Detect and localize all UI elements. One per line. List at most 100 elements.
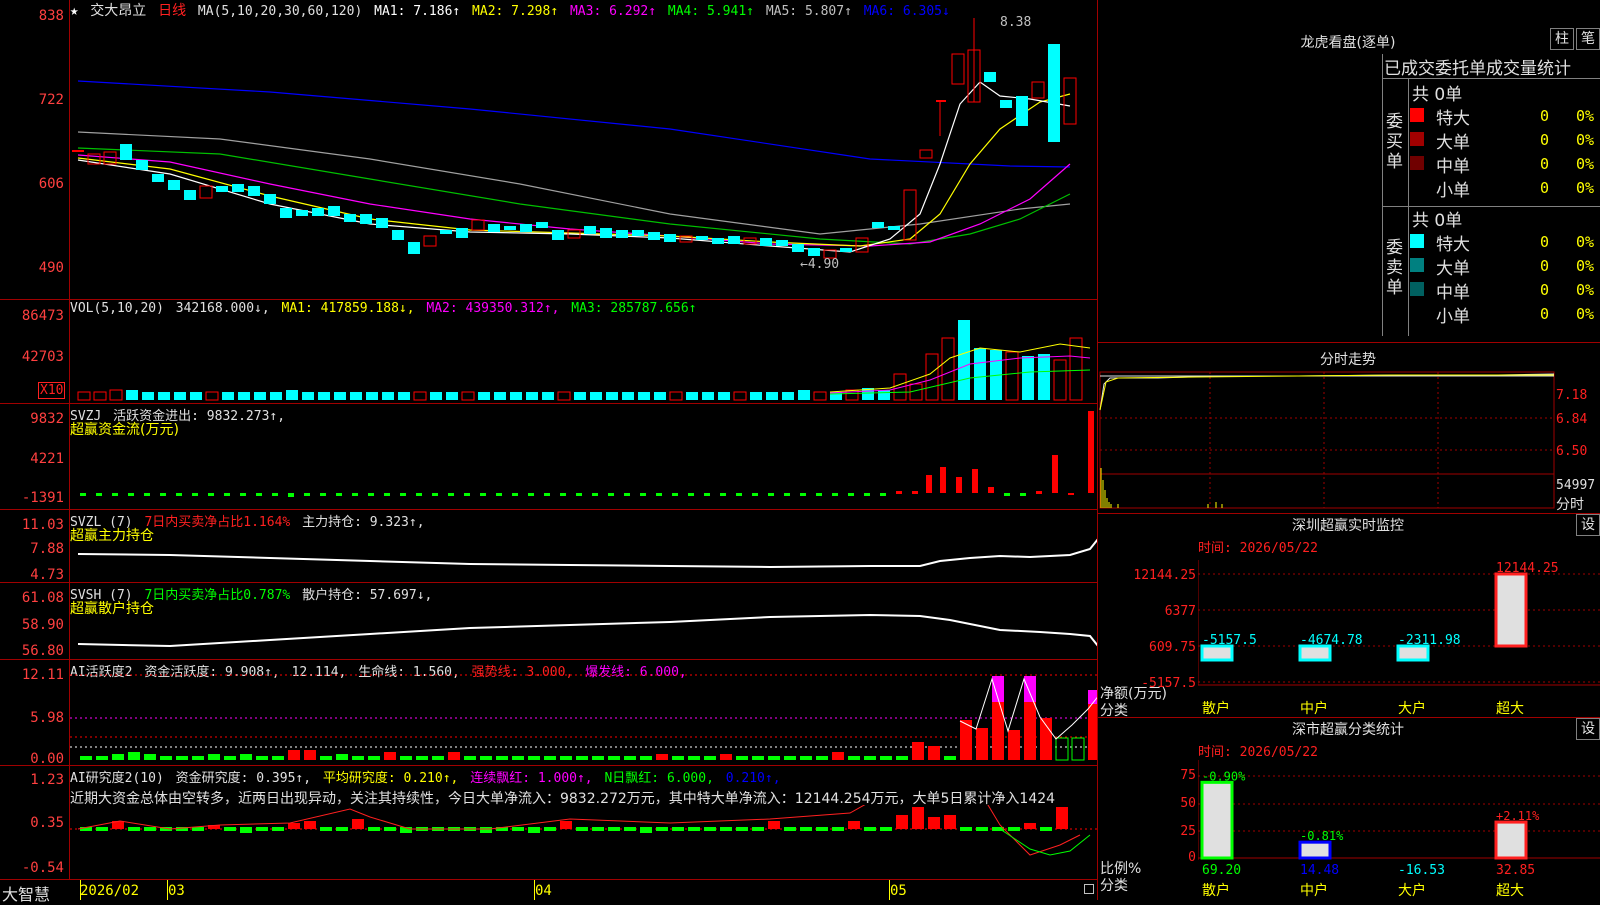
volume-bars — [77, 320, 1083, 401]
research-value: 资金研究度: 0.395↑, — [175, 771, 312, 786]
row-percent: 0% — [1576, 107, 1595, 125]
svzj-bars — [80, 411, 1094, 497]
price-axis-label: 722 — [38, 92, 64, 108]
divider — [1098, 513, 1600, 514]
legend-swatch — [1410, 108, 1424, 122]
date-tick — [80, 880, 81, 900]
tick-mode-button[interactable]: 笔 — [1576, 28, 1600, 50]
sz-monitor-time: 时间: 2026/05/22 — [1198, 541, 1318, 556]
row-name: 中单 — [1436, 157, 1470, 177]
footer-divider — [0, 879, 1098, 880]
sz-monitor-chart[interactable]: -5157.5 -4674.78 -2311.98 12144.25 — [1198, 560, 1600, 710]
svzj-axis-label: 4221 — [30, 451, 64, 467]
sz-stats-title: 深市超赢分类统计 — [1292, 722, 1404, 738]
row-value: 0 — [1540, 107, 1550, 125]
sz-axis-label: 6377 — [1164, 604, 1196, 619]
stats-value-label: 32.85 — [1496, 863, 1535, 878]
svzj-chart[interactable] — [70, 405, 1097, 508]
pane-divider — [0, 299, 1098, 300]
ai-bars — [80, 676, 1097, 761]
research-avg: 平均研究度: 0.210↑, — [322, 771, 459, 786]
price-axis-label: 606 — [38, 176, 64, 192]
ma1-line — [77, 81, 1071, 253]
bar-mode-button[interactable]: 柱 — [1550, 28, 1574, 50]
research-axis-label: 0.35 — [30, 815, 64, 831]
row-value: 0 — [1540, 257, 1550, 275]
candlestick-chart[interactable]: 8.38 ←4.90 — [70, 14, 1097, 298]
row-name: 小单 — [1436, 181, 1470, 201]
stats-axis-label: 50 — [1180, 796, 1196, 811]
buy-total: 共 0单 — [1412, 85, 1463, 105]
high-price-mark: 8.38 — [1000, 15, 1031, 30]
intraday-chart[interactable] — [1098, 370, 1600, 510]
lock-icon[interactable] — [1084, 884, 1094, 894]
stats-value-label: 14.48 — [1300, 863, 1339, 878]
sz-bar-label: -2311.98 — [1398, 633, 1461, 648]
pane-divider — [0, 403, 1098, 404]
row-percent: 0% — [1576, 257, 1595, 275]
research-axis-label: -0.54 — [21, 860, 64, 876]
date-label: 05 — [890, 883, 907, 899]
vol-ma3: MA3: 285787.656↑ — [571, 301, 697, 316]
tabs-label[interactable]: 已成交委托单成交量统计 — [1384, 54, 1600, 79]
divider — [1382, 78, 1600, 79]
stats-axis-label: 75 — [1180, 768, 1196, 783]
sz-stats-chart[interactable]: -0.90% 69.20 -0.81% 14.48 -16.53 +2.11% 32.85 — [1198, 760, 1600, 880]
settings-button[interactable]: 设 — [1576, 514, 1600, 536]
research-bars — [80, 807, 1068, 833]
settings-button[interactable]: 设 — [1576, 718, 1600, 740]
main-holding-line — [77, 538, 1097, 569]
row-value: 0 — [1540, 131, 1550, 149]
stats-category-label: 超大 — [1496, 883, 1524, 899]
sz-category-label: 散户 — [1202, 701, 1230, 717]
vol-ma1: MA1: 417859.188↓, — [281, 301, 415, 316]
sz-bar-label: 12144.25 — [1496, 561, 1559, 576]
stats-cat-label: 分类 — [1100, 878, 1128, 894]
row-value: 0 — [1540, 305, 1550, 323]
right-panel: 龙虎看盘(逐单) 柱 笔 已成交委托单成交量统计 委买单 委卖单 共 0单 特大… — [1098, 0, 1600, 900]
research-chart[interactable] — [70, 805, 1097, 879]
vol-axis-label: 42703 — [21, 349, 64, 365]
row-value: 0 — [1540, 233, 1550, 251]
row-percent: 0% — [1576, 155, 1595, 173]
stats-pct-label: -0.90% — [1202, 769, 1246, 783]
brand-logo: 大智慧 — [2, 885, 51, 904]
row-value: 0 — [1540, 281, 1550, 299]
sz-bar — [1298, 644, 1332, 662]
date-tick — [534, 880, 535, 900]
chart-area[interactable]: ★ 交大昂立 日线 MA(5,10,20,30,60,120) MA1: 7.1… — [0, 0, 1098, 904]
stats-bar — [1298, 840, 1332, 860]
stats-pct-label: -0.81% — [1300, 829, 1344, 843]
ma2-line — [77, 93, 1071, 247]
sz-bar — [1494, 572, 1528, 648]
row-name: 大单 — [1436, 133, 1470, 153]
svsh-axis-label: 56.80 — [21, 643, 64, 659]
sz-bar — [1396, 644, 1430, 662]
ai-axis-label: 0.00 — [30, 751, 64, 767]
date-label: 2026/02 — [80, 883, 140, 899]
intraday-axis-label: 6.50 — [1556, 444, 1588, 459]
ma6-line — [77, 80, 1071, 168]
research-consecutive: 连续飘红: 1.000↑, — [470, 771, 593, 786]
volume-chart[interactable] — [70, 318, 1097, 402]
sz-bar-label: -4674.78 — [1300, 633, 1363, 648]
row-value: 0 — [1540, 155, 1550, 173]
intraday-price-line — [1099, 373, 1555, 411]
legend-swatch — [1410, 258, 1424, 272]
legend-swatch — [1410, 156, 1424, 170]
stats-bar — [1200, 780, 1234, 860]
row-percent: 0% — [1576, 281, 1595, 299]
svsh-chart[interactable] — [70, 584, 1097, 659]
ai-axis-label: 12.11 — [21, 667, 64, 683]
research-axis-label: 1.23 — [30, 772, 64, 788]
research-avg-line — [999, 828, 1091, 856]
ai-activity-chart[interactable] — [70, 659, 1097, 765]
sell-orders-label: 委卖单 — [1386, 238, 1403, 298]
sell-total: 共 0单 — [1412, 211, 1463, 231]
row-name: 特大 — [1436, 235, 1470, 255]
intraday-title: 分时走势 — [1320, 352, 1376, 368]
intraday-volume-label: 54997 — [1556, 478, 1596, 493]
row-value: 0 — [1540, 179, 1550, 197]
sz-bar-label: -5157.5 — [1202, 633, 1257, 648]
svzl-chart[interactable] — [70, 511, 1097, 582]
